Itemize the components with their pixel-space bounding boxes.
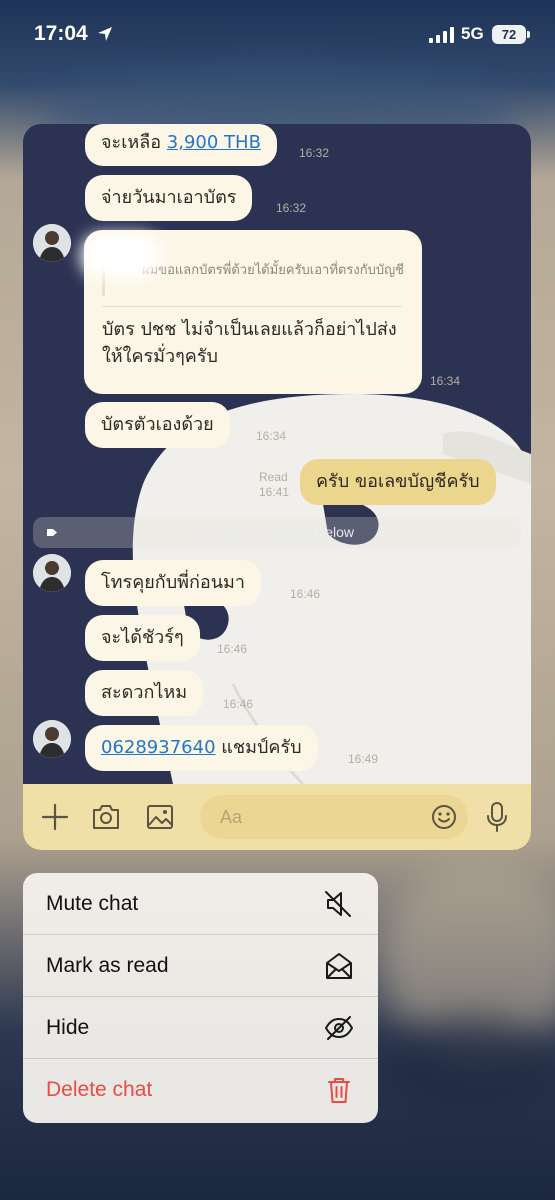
contact-avatar[interactable]	[33, 720, 71, 758]
message-text: โทรคุยกับพี่ก่อนมา	[101, 572, 245, 593]
message-time: 16:32	[276, 201, 307, 215]
status-bar: 17:04 5G 72	[0, 0, 555, 70]
network-type: 5G	[461, 24, 484, 43]
trash-icon	[328, 1078, 350, 1103]
amount-link[interactable]: 3,900 THB	[167, 132, 261, 153]
message-text: บัตรตัวเองด้วย	[101, 414, 214, 435]
unread-label: Unread messages below	[199, 524, 355, 540]
phone-number-link[interactable]: 0628937640	[101, 737, 216, 758]
input-placeholder: Aa	[220, 807, 243, 827]
cellular-signal-icon	[429, 27, 454, 43]
message-text: จะเหลือ	[101, 132, 167, 153]
battery-tip	[527, 31, 530, 38]
chat-preview[interactable]: จะเหลือ 3,900 THB 16:32 จ่ายวันมาเอาบัตร…	[23, 124, 531, 850]
envelope-open-icon	[326, 953, 352, 979]
read-receipt: Read 16:41	[259, 470, 289, 500]
contact-avatar[interactable]	[33, 554, 71, 592]
person-photo	[33, 554, 71, 592]
message-time: 16:46	[217, 642, 248, 656]
message-time: 16:46	[223, 697, 254, 711]
plus-icon[interactable]	[41, 803, 69, 831]
menu-item-mute-chat[interactable]: Mute chat	[23, 873, 378, 935]
message-time: 16:46	[290, 587, 321, 601]
location-arrow-icon	[98, 27, 112, 41]
contact-avatar[interactable]	[33, 224, 71, 262]
menu-item-hide[interactable]: Hide	[23, 997, 378, 1059]
message-input-bar: Aa	[23, 784, 531, 850]
menu-item-label: Delete chat	[46, 1078, 153, 1101]
menu-item-label: Mute chat	[46, 892, 139, 915]
read-label: Read	[259, 470, 288, 484]
message-text: บัตร ปชช ไม่จำเป็นเลยแล้วก็อย่าไปส่งให้ใ…	[102, 319, 397, 367]
message-bubble[interactable]: จะเหลือ 3,900 THB	[85, 124, 277, 166]
mute-icon	[325, 891, 351, 917]
message-bubble[interactable]: บัตรตัวเองด้วย	[85, 402, 230, 448]
message-list[interactable]: จะเหลือ 3,900 THB 16:32 จ่ายวันมาเอาบัตร…	[23, 124, 531, 784]
message-text: สะดวกไหม	[101, 682, 188, 703]
microphone-icon[interactable]	[485, 801, 509, 833]
message-time: 16:34	[430, 374, 461, 388]
message-time: 16:34	[256, 429, 287, 443]
battery-indicator: 72	[492, 25, 526, 44]
message-text: ครับ ขอเลขบัญชีครับ	[316, 471, 480, 492]
background-blur	[380, 1020, 555, 1110]
eye-slash-icon	[324, 1016, 354, 1040]
status-time: 17:04	[34, 22, 88, 45]
message-text: จ่ายวันมาเอาบัตร	[101, 187, 237, 208]
emoji-icon[interactable]	[431, 804, 457, 830]
message-bubble[interactable]: จะได้ชัวร์ๆ	[85, 615, 200, 661]
message-bubble[interactable]: สะดวกไหม	[85, 670, 204, 716]
person-photo	[33, 224, 71, 262]
message-bubble[interactable]: จ่ายวันมาเอาบัตร	[85, 175, 253, 221]
redacted-blur	[81, 234, 161, 278]
chat-context-menu: Mute chat Mark as read Hide Delete chat	[23, 873, 378, 1123]
message-time: 16:49	[348, 752, 379, 766]
message-text: แชมป์ครับ	[215, 737, 302, 758]
outgoing-message-bubble[interactable]: ครับ ขอเลขบัญชีครับ	[300, 459, 496, 505]
person-photo	[33, 720, 71, 758]
message-text: จะได้ชัวร์ๆ	[101, 627, 184, 648]
menu-item-mark-as-read[interactable]: Mark as read	[23, 935, 378, 997]
message-bubble[interactable]: 0628937640 แชมป์ครับ	[85, 725, 318, 771]
quoted-text: ผมขอแลกบัตรพี่ด้วยได้มั้ยครับเอาที่ตรงกั…	[142, 263, 404, 278]
menu-item-label: Mark as read	[46, 954, 169, 977]
message-time: 16:41	[259, 485, 290, 499]
message-bubble[interactable]: โทรคุยกับพี่ก่อนมา	[85, 560, 261, 606]
menu-item-label: Hide	[46, 1016, 90, 1039]
image-icon[interactable]	[146, 803, 174, 831]
unread-divider: Unread messages below	[33, 517, 521, 548]
message-time: 16:32	[299, 146, 330, 160]
message-input[interactable]: Aa	[200, 795, 468, 839]
camera-icon[interactable]	[91, 803, 121, 831]
menu-item-delete-chat[interactable]: Delete chat	[23, 1059, 378, 1121]
